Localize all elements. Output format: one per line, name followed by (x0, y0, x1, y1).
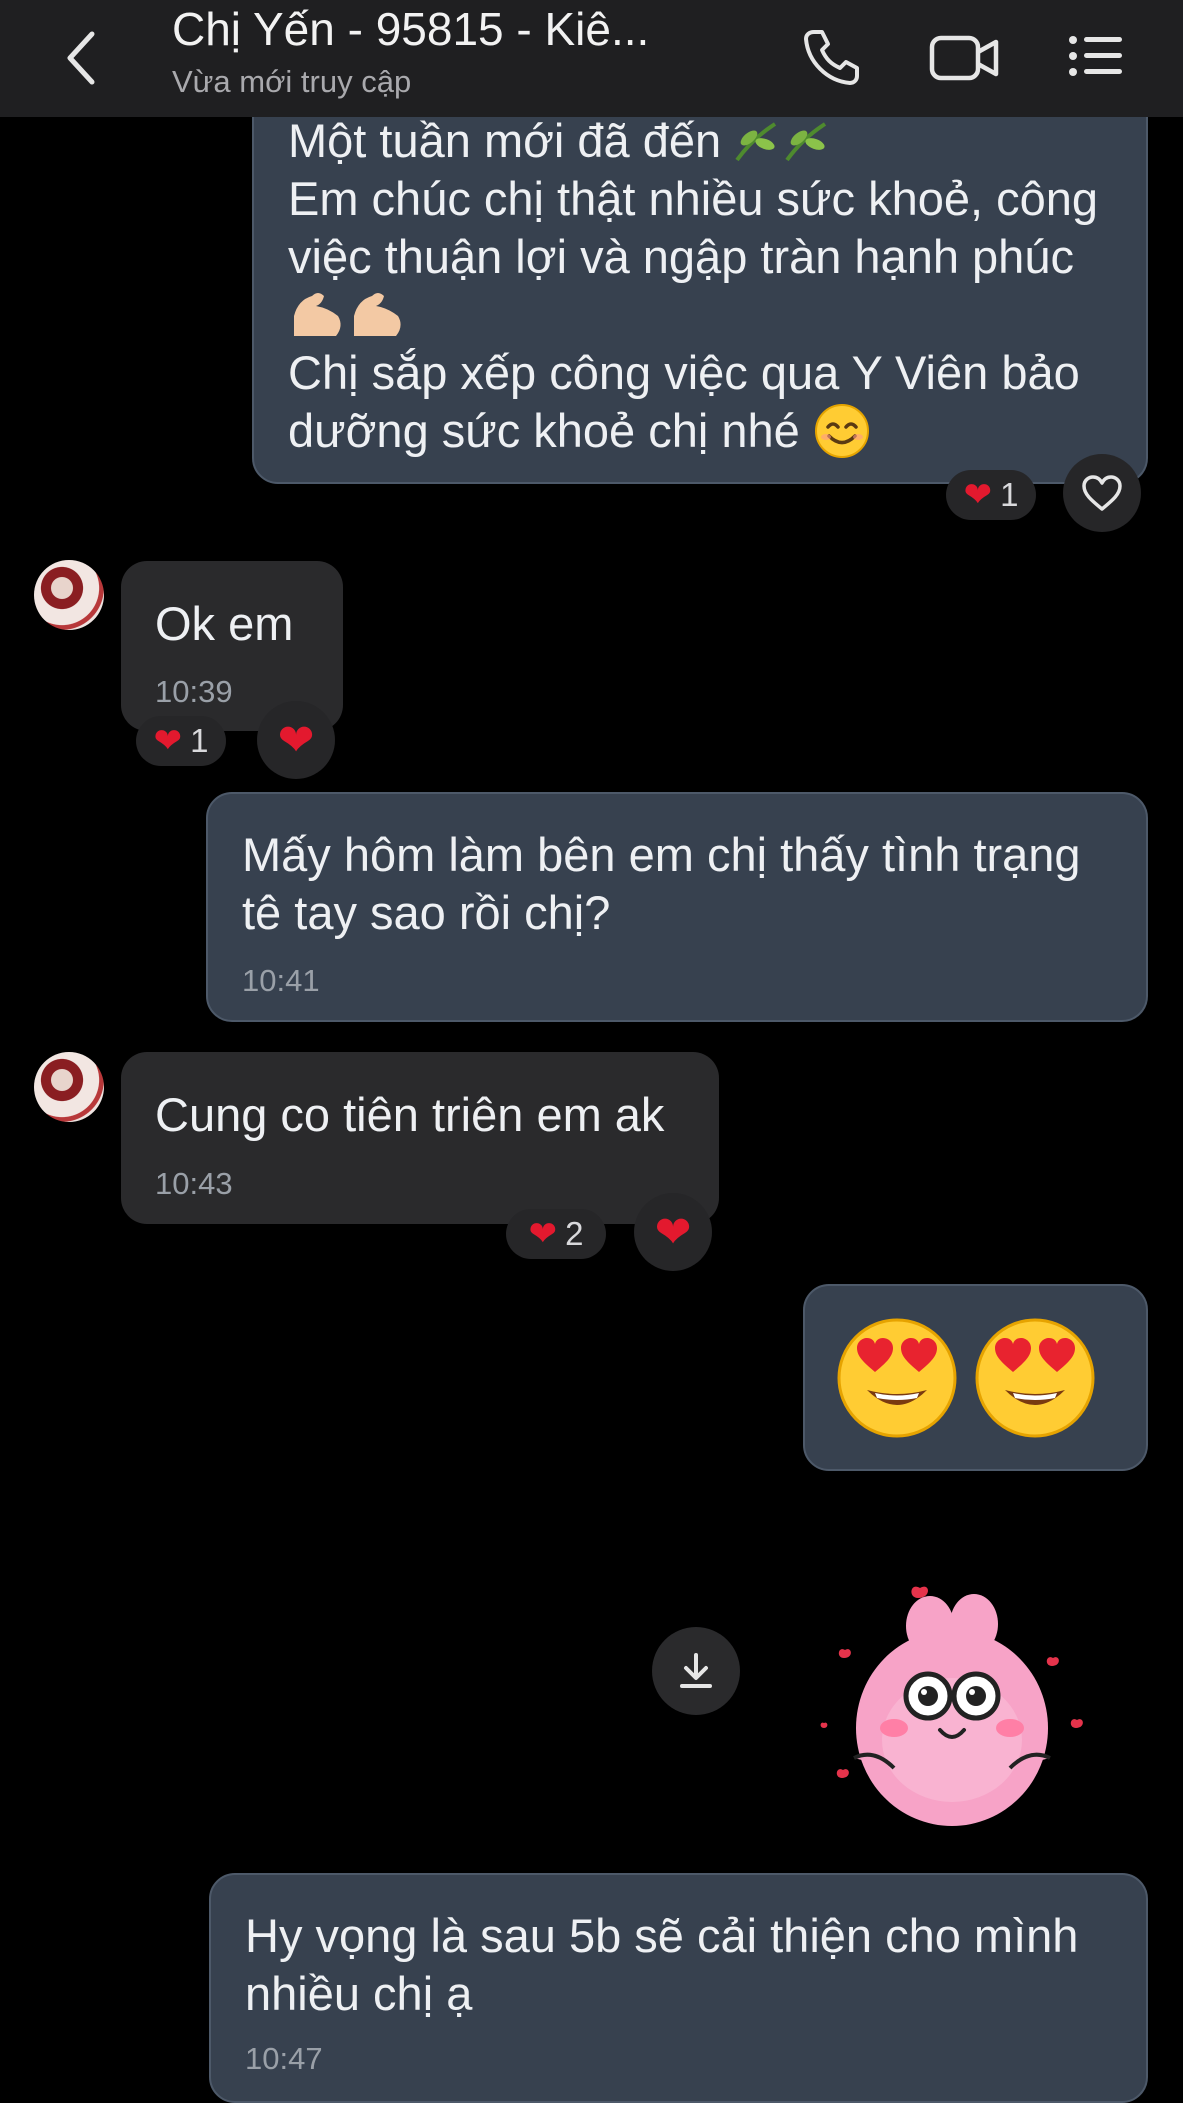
reaction-summary[interactable]: ❤ 2 (506, 1209, 606, 1259)
heart-icon: ❤ (654, 1207, 692, 1257)
heart-outline-icon (1082, 475, 1122, 511)
video-camera-icon[interactable] (928, 26, 1002, 88)
message-bubble-incoming[interactable]: Cung co tiên triên em ak 10:43 (121, 1052, 719, 1224)
chevron-left-icon[interactable] (62, 30, 102, 86)
bunny-sticker[interactable] (814, 1578, 1090, 1840)
phone-icon[interactable] (800, 26, 862, 88)
react-button[interactable] (1063, 454, 1141, 532)
message-text: Mấy hôm làm bên em chị thấy tình trạng t… (242, 828, 1081, 939)
message-text: Cung co tiên triên em ak (155, 1088, 665, 1141)
reaction-summary[interactable]: ❤ 1 (136, 716, 226, 766)
chat-header: Chị Yến - 95815 - Kiê... Vừa mới truy cậ… (0, 0, 1183, 117)
message-text: việc thuận lợi và ngập tràn hạnh phúc (288, 230, 1074, 283)
herb-leaf-icon (735, 122, 827, 162)
message-bubble-outgoing[interactable]: Hy vọng là sau 5b sẽ cải thiện cho mình … (209, 1873, 1148, 2103)
flexed-biceps-icon (288, 286, 1098, 344)
avatar[interactable] (34, 1052, 104, 1122)
heart-eyes-emoji-icon (837, 1318, 957, 1438)
message-time: 10:47 (245, 2041, 323, 2076)
message-line: dưỡng sức khoẻ chị nhé (288, 402, 1098, 460)
list-menu-icon[interactable] (1066, 26, 1126, 86)
reaction-count: 1 (190, 722, 209, 759)
message-time: 10:43 (155, 1166, 233, 1201)
reaction-summary[interactable]: ❤ 1 (946, 470, 1036, 520)
reaction-count: 2 (565, 1215, 584, 1252)
smiling-face-icon (814, 404, 869, 458)
heart-icon: ❤ (153, 722, 183, 760)
message-text: Một tuần mới đã đến (288, 114, 722, 167)
message-time: 10:41 (242, 963, 320, 998)
download-icon (680, 1653, 712, 1688)
message-text: Em chúc chị thật nhiều sức khoẻ, công (288, 172, 1099, 225)
message-text: Chị sắp xếp công việc qua Y Viên bảo (288, 346, 1080, 399)
message-text: dưỡng sức khoẻ chị nhé (288, 404, 800, 457)
chat-title[interactable]: Chị Yến - 95815 - Kiê... (172, 2, 649, 56)
download-button[interactable] (652, 1627, 740, 1715)
react-button[interactable]: ❤ (634, 1193, 712, 1271)
message-text: Ok em (155, 597, 294, 650)
heart-icon: ❤ (963, 476, 993, 514)
chat-status: Vừa mới truy cập (172, 64, 412, 99)
message-time: 10:39 (155, 674, 233, 709)
heart-eyes-emoji-icon (975, 1318, 1095, 1438)
message-bubble-outgoing[interactable] (803, 1284, 1148, 1471)
message-line: Một tuần mới đã đến (288, 112, 1098, 170)
reaction-count: 1 (1000, 476, 1019, 513)
heart-icon: ❤ (277, 715, 315, 765)
avatar[interactable] (34, 560, 104, 630)
message-bubble-outgoing[interactable]: Mấy hôm làm bên em chị thấy tình trạng t… (206, 792, 1148, 1022)
react-button[interactable]: ❤ (257, 701, 335, 779)
heart-icon: ❤ (528, 1215, 558, 1253)
message-text: Hy vọng là sau 5b sẽ cải thiện cho mình … (245, 1909, 1079, 2020)
